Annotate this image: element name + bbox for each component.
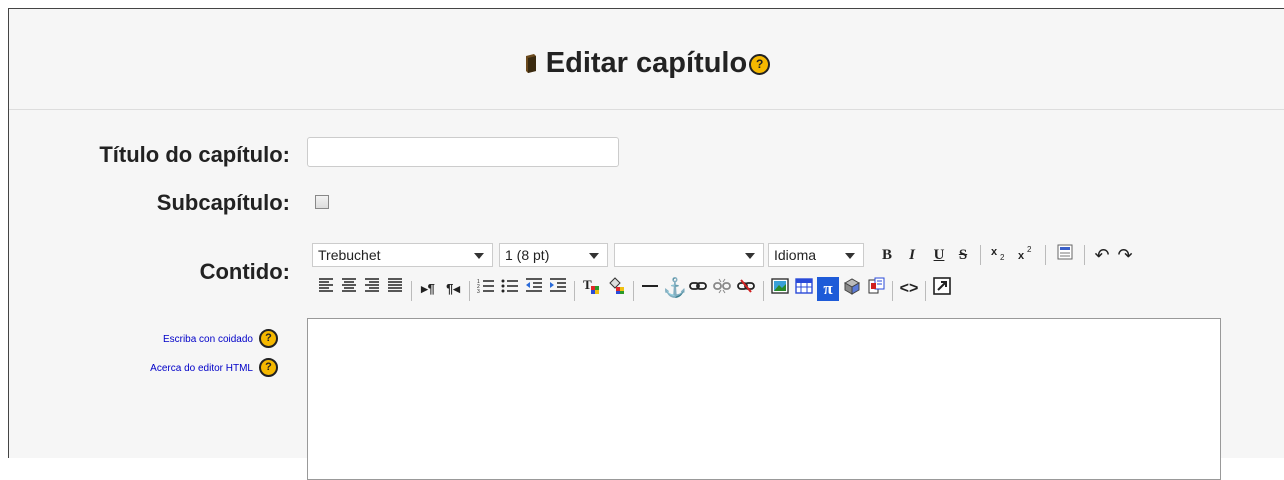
insert-equation-icon[interactable]: π	[817, 277, 839, 301]
anchor-icon[interactable]: ⚓	[663, 277, 687, 301]
toolbar-separator	[763, 281, 764, 301]
page-title: Editar capítulo	[545, 47, 748, 79]
font-size-value: 1 (8 pt)	[505, 247, 550, 263]
chapter-title-input[interactable]	[307, 137, 619, 167]
ordered-list-icon[interactable]: 123	[475, 277, 497, 301]
toolbar-separator	[1084, 245, 1085, 265]
write-carefully-help-icon[interactable]: ?	[259, 329, 278, 348]
insert-smiley-icon[interactable]	[841, 277, 863, 301]
svg-text:3: 3	[477, 289, 480, 295]
toolbar-separator	[411, 281, 412, 301]
help-icon[interactable]: ?	[749, 53, 771, 75]
font-size-select[interactable]: 1 (8 pt)	[499, 243, 608, 267]
unlink-icon[interactable]	[711, 277, 733, 301]
unordered-list-icon[interactable]	[499, 277, 521, 301]
svg-text:x: x	[1018, 250, 1025, 262]
bold-button[interactable]: B	[877, 243, 897, 267]
superscript-icon[interactable]: x2	[1014, 243, 1038, 267]
format-select[interactable]	[614, 243, 764, 267]
font-family-value: Trebuchet	[318, 247, 381, 263]
insert-image-icon[interactable]	[769, 277, 791, 301]
subscript-icon[interactable]: x2	[987, 243, 1011, 267]
paste-word-icon[interactable]	[1053, 243, 1077, 267]
align-center-icon[interactable]	[339, 277, 359, 301]
indent-icon[interactable]	[547, 277, 569, 301]
html-source-icon[interactable]: <>	[898, 277, 920, 301]
svg-text:2: 2	[1000, 253, 1005, 262]
insert-table-icon[interactable]	[793, 277, 815, 301]
editor-toolbar-row-1: Trebuchet 1 (8 pt) Idioma B I U S x2 x2 …	[312, 243, 1232, 269]
toolbar-separator	[469, 281, 470, 301]
background-color-icon[interactable]	[605, 277, 627, 301]
text-color-icon[interactable]: T	[580, 277, 602, 301]
horizontal-rule-icon[interactable]	[639, 277, 661, 301]
page-frame: Editar capítulo? Título do capítulo: Sub…	[8, 8, 1284, 480]
toolbar-separator	[574, 281, 575, 301]
toolbar-separator	[925, 281, 926, 301]
subchapter-checkbox[interactable]	[315, 195, 329, 209]
about-html-editor-link[interactable]: Acerca do editor HTML	[150, 363, 253, 374]
language-value: Idioma	[774, 247, 817, 263]
svg-text:x: x	[991, 246, 998, 258]
svg-text:2: 2	[1027, 245, 1032, 254]
outdent-icon[interactable]	[523, 277, 545, 301]
undo-icon[interactable]: ↶	[1090, 243, 1114, 267]
content-editor[interactable]	[307, 318, 1221, 480]
link-icon[interactable]	[687, 277, 709, 301]
align-left-icon[interactable]	[316, 277, 336, 301]
search-replace-icon[interactable]	[865, 277, 887, 301]
about-html-editor-help-icon[interactable]: ?	[259, 358, 278, 377]
italic-button[interactable]: I	[902, 243, 922, 267]
rtl-icon[interactable]: ¶◂	[442, 277, 464, 301]
redo-icon[interactable]: ↷	[1113, 243, 1137, 267]
editor-toolbar-row-2: ▸¶ ¶◂ 123 T ⚓ π <>	[312, 277, 1232, 305]
strikethrough-button[interactable]: S	[953, 243, 973, 267]
no-link-icon[interactable]	[735, 277, 757, 301]
fullscreen-icon[interactable]	[931, 277, 953, 301]
underline-button[interactable]: U	[929, 243, 949, 267]
toolbar-separator	[892, 281, 893, 301]
ltr-icon[interactable]: ▸¶	[417, 277, 439, 301]
toolbar-separator	[980, 245, 981, 265]
subchapter-label: Subcapítulo:	[156, 190, 290, 215]
write-carefully-link[interactable]: Escriba con coidado	[163, 334, 253, 345]
chapter-title-label: Título do capítulo:	[99, 142, 290, 167]
align-right-icon[interactable]	[362, 277, 382, 301]
toolbar-separator	[1045, 245, 1046, 265]
font-family-select[interactable]: Trebuchet	[312, 243, 493, 267]
svg-text:T: T	[583, 277, 592, 292]
page-title-row: Editar capítulo?	[9, 47, 1284, 81]
content-label: Contido:	[199, 259, 290, 284]
justify-icon[interactable]	[385, 277, 405, 301]
toolbar-separator	[633, 281, 634, 301]
page-header: Editar capítulo?	[9, 9, 1284, 110]
book-icon	[524, 48, 538, 81]
language-select[interactable]: Idioma	[768, 243, 864, 267]
